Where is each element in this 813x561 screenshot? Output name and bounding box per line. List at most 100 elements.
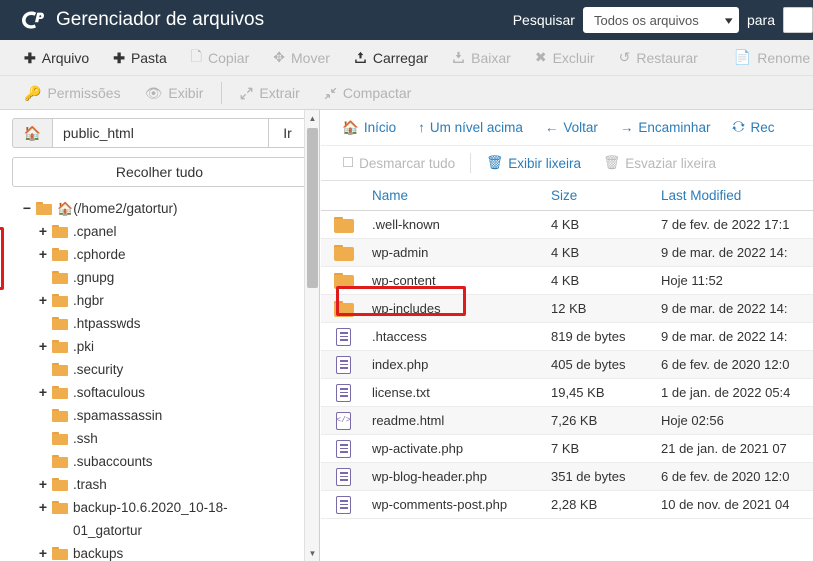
path-input[interactable]: public_html [52,118,269,148]
file-modified: 21 de jan. de 2021 07 [661,441,787,456]
search-input[interactable] [783,7,813,33]
upload-label: Carregar [372,49,429,66]
restore-button[interactable]: ↺ Restaurar [607,43,710,73]
table-row[interactable]: index.php 405 de bytes 6 de fev. de 2020… [321,351,813,379]
column-header-name[interactable]: Name [366,188,551,203]
tree-item-cpanel[interactable]: + .cpanel [36,220,319,243]
scroll-down-icon[interactable]: ▼ [305,545,319,561]
folder-icon [52,363,68,376]
tree-item-htpasswds[interactable]: .htpasswds [36,312,319,335]
table-row-wp-content[interactable]: wp-content 4 KB Hoje 11:52 [321,267,813,295]
copy-button[interactable]: 🗋 Copiar [179,43,262,73]
file-name[interactable]: .htaccess [366,329,551,344]
reload-icon [732,120,746,136]
unselect-all-button[interactable]: ☐ Desmarcar tudo [331,149,466,177]
search-scope-select[interactable]: Todos os arquivos ▾ [582,7,739,33]
file-modified: 6 de fev. de 2020 12:0 [661,469,790,484]
tree-item-backup-archive[interactable]: + backup-10.6.2020_10-18-01_gatortur [36,496,319,542]
up-one-level-button[interactable]: ↑ Um nível acima [407,114,534,142]
close-x-icon: ✖ [534,49,547,65]
extract-button[interactable]: Extrair [228,78,311,108]
tree-item-label: .cpanel [73,224,117,239]
file-size: 7 KB [551,441,580,456]
file-modified: 9 de mar. de 2022 14: [661,329,788,344]
tree-item-backups[interactable]: + backups [36,542,319,561]
folder-icon [321,272,366,289]
file-name[interactable]: index.php [366,357,551,372]
expand-toggle-icon[interactable]: + [36,289,50,312]
table-row[interactable]: wp-blog-header.php 351 de bytes 6 de fev… [321,463,813,491]
tree-item-spamassassin[interactable]: .spamassassin [36,404,319,427]
file-name[interactable]: wp-content [366,273,551,288]
expand-toggle-icon[interactable]: + [36,473,50,496]
empty-trash-label: Esvaziar lixeira [625,155,716,171]
delete-button[interactable]: ✖ Excluir [523,43,607,73]
file-table: Name Size Last Modified .well-known 4 KB… [321,181,813,519]
scrollbar-thumb[interactable] [307,128,318,288]
tree-item-subaccounts[interactable]: .subaccounts [36,450,319,473]
tree-item-security[interactable]: .security [36,358,319,381]
home-icon[interactable]: 🏠 [12,118,52,148]
file-name[interactable]: license.txt [366,385,551,400]
expand-toggle-icon[interactable]: + [36,335,50,358]
tree-item-pki[interactable]: + .pki [36,335,319,358]
empty-trash-button[interactable]: 🗑 Esvaziar lixeira [592,149,727,177]
home-button[interactable]: 🏠 Início [331,114,407,142]
path-bar: 🏠 public_html Ir [0,110,319,148]
new-folder-button[interactable]: ✚ Pasta [101,43,179,73]
file-name[interactable]: wp-comments-post.php [366,497,551,512]
tree-item-cphorde[interactable]: + .cphorde [36,243,319,266]
back-button[interactable]: ← Voltar [534,114,609,142]
column-header-last-modified[interactable]: Last Modified [661,188,813,203]
table-row[interactable]: wp-activate.php 7 KB 21 de jan. de 2021 … [321,435,813,463]
collapse-toggle-icon[interactable]: − [20,197,34,220]
file-name[interactable]: wp-activate.php [366,441,551,456]
table-row[interactable]: license.txt 19,45 KB 1 de jan. de 2022 0… [321,379,813,407]
table-row[interactable]: .htaccess 819 de bytes 9 de mar. de 2022… [321,323,813,351]
collapse-all-button[interactable]: Recolher tudo [12,157,307,187]
reload-button[interactable]: Rec [721,114,785,142]
table-row[interactable]: wp-admin 4 KB 9 de mar. de 2022 14: [321,239,813,267]
table-row[interactable]: </> readme.html 7,26 KB Hoje 02:56 [321,407,813,435]
copy-label: Copiar [208,49,250,66]
tree-item-label: .gnupg [73,270,115,285]
table-row[interactable]: wp-comments-post.php 2,28 KB 10 de nov. … [321,491,813,519]
permissions-button[interactable]: 🔑 Permissões [12,78,133,108]
file-size: 4 KB [551,217,580,232]
tree-item-trash[interactable]: + .trash [36,473,319,496]
tree-item-hgbr[interactable]: + .hgbr [36,289,319,312]
file-name[interactable]: wp-blog-header.php [366,469,551,484]
folder-tree: − 🏠 (/home2/gatortur) + .cpanel + .cphor… [0,197,319,561]
tree-item-gnupg[interactable]: .gnupg [36,266,319,289]
expand-toggle-icon[interactable]: + [36,496,50,519]
forward-button[interactable]: → Encaminhar [609,114,722,142]
column-header-size[interactable]: Size [551,188,661,203]
download-button[interactable]: Baixar [440,43,523,73]
tree-item-softaculous[interactable]: + .softaculous [36,381,319,404]
view-button[interactable]: 👁 Exibir [133,78,216,108]
new-file-button[interactable]: ✚ Arquivo [12,43,101,73]
file-name[interactable]: wp-includes [366,301,551,316]
expand-toggle-icon[interactable]: + [36,381,50,404]
extract-label: Extrair [259,85,300,101]
file-name[interactable]: wp-admin [366,245,551,260]
expand-toggle-icon[interactable]: + [36,542,50,561]
move-button[interactable]: ✥ Mover [261,43,342,73]
tree-item-home[interactable]: − 🏠 (/home2/gatortur) [20,197,319,220]
tree-item-label: backups [73,546,124,561]
expand-toggle-icon[interactable]: + [36,243,50,266]
scroll-up-icon[interactable]: ▲ [305,110,319,126]
go-button[interactable]: Ir [269,118,307,148]
folder-icon [52,432,68,445]
rename-button[interactable]: 📄 Renome [722,43,813,73]
expand-toggle-icon[interactable]: + [36,220,50,243]
file-name[interactable]: .well-known [366,217,551,232]
file-name[interactable]: readme.html [366,413,551,428]
tree-item-ssh[interactable]: .ssh [36,427,319,450]
view-trash-button[interactable]: 🗑 Exibir lixeira [475,149,592,177]
table-row[interactable]: .well-known 4 KB 7 de fev. de 2022 17:1 [321,211,813,239]
table-row[interactable]: wp-includes 12 KB 9 de mar. de 2022 14: [321,295,813,323]
sidebar-scrollbar[interactable]: ▲ ▼ [304,110,319,561]
upload-button[interactable]: Carregar [342,43,440,73]
compress-button[interactable]: Compactar [312,78,423,108]
